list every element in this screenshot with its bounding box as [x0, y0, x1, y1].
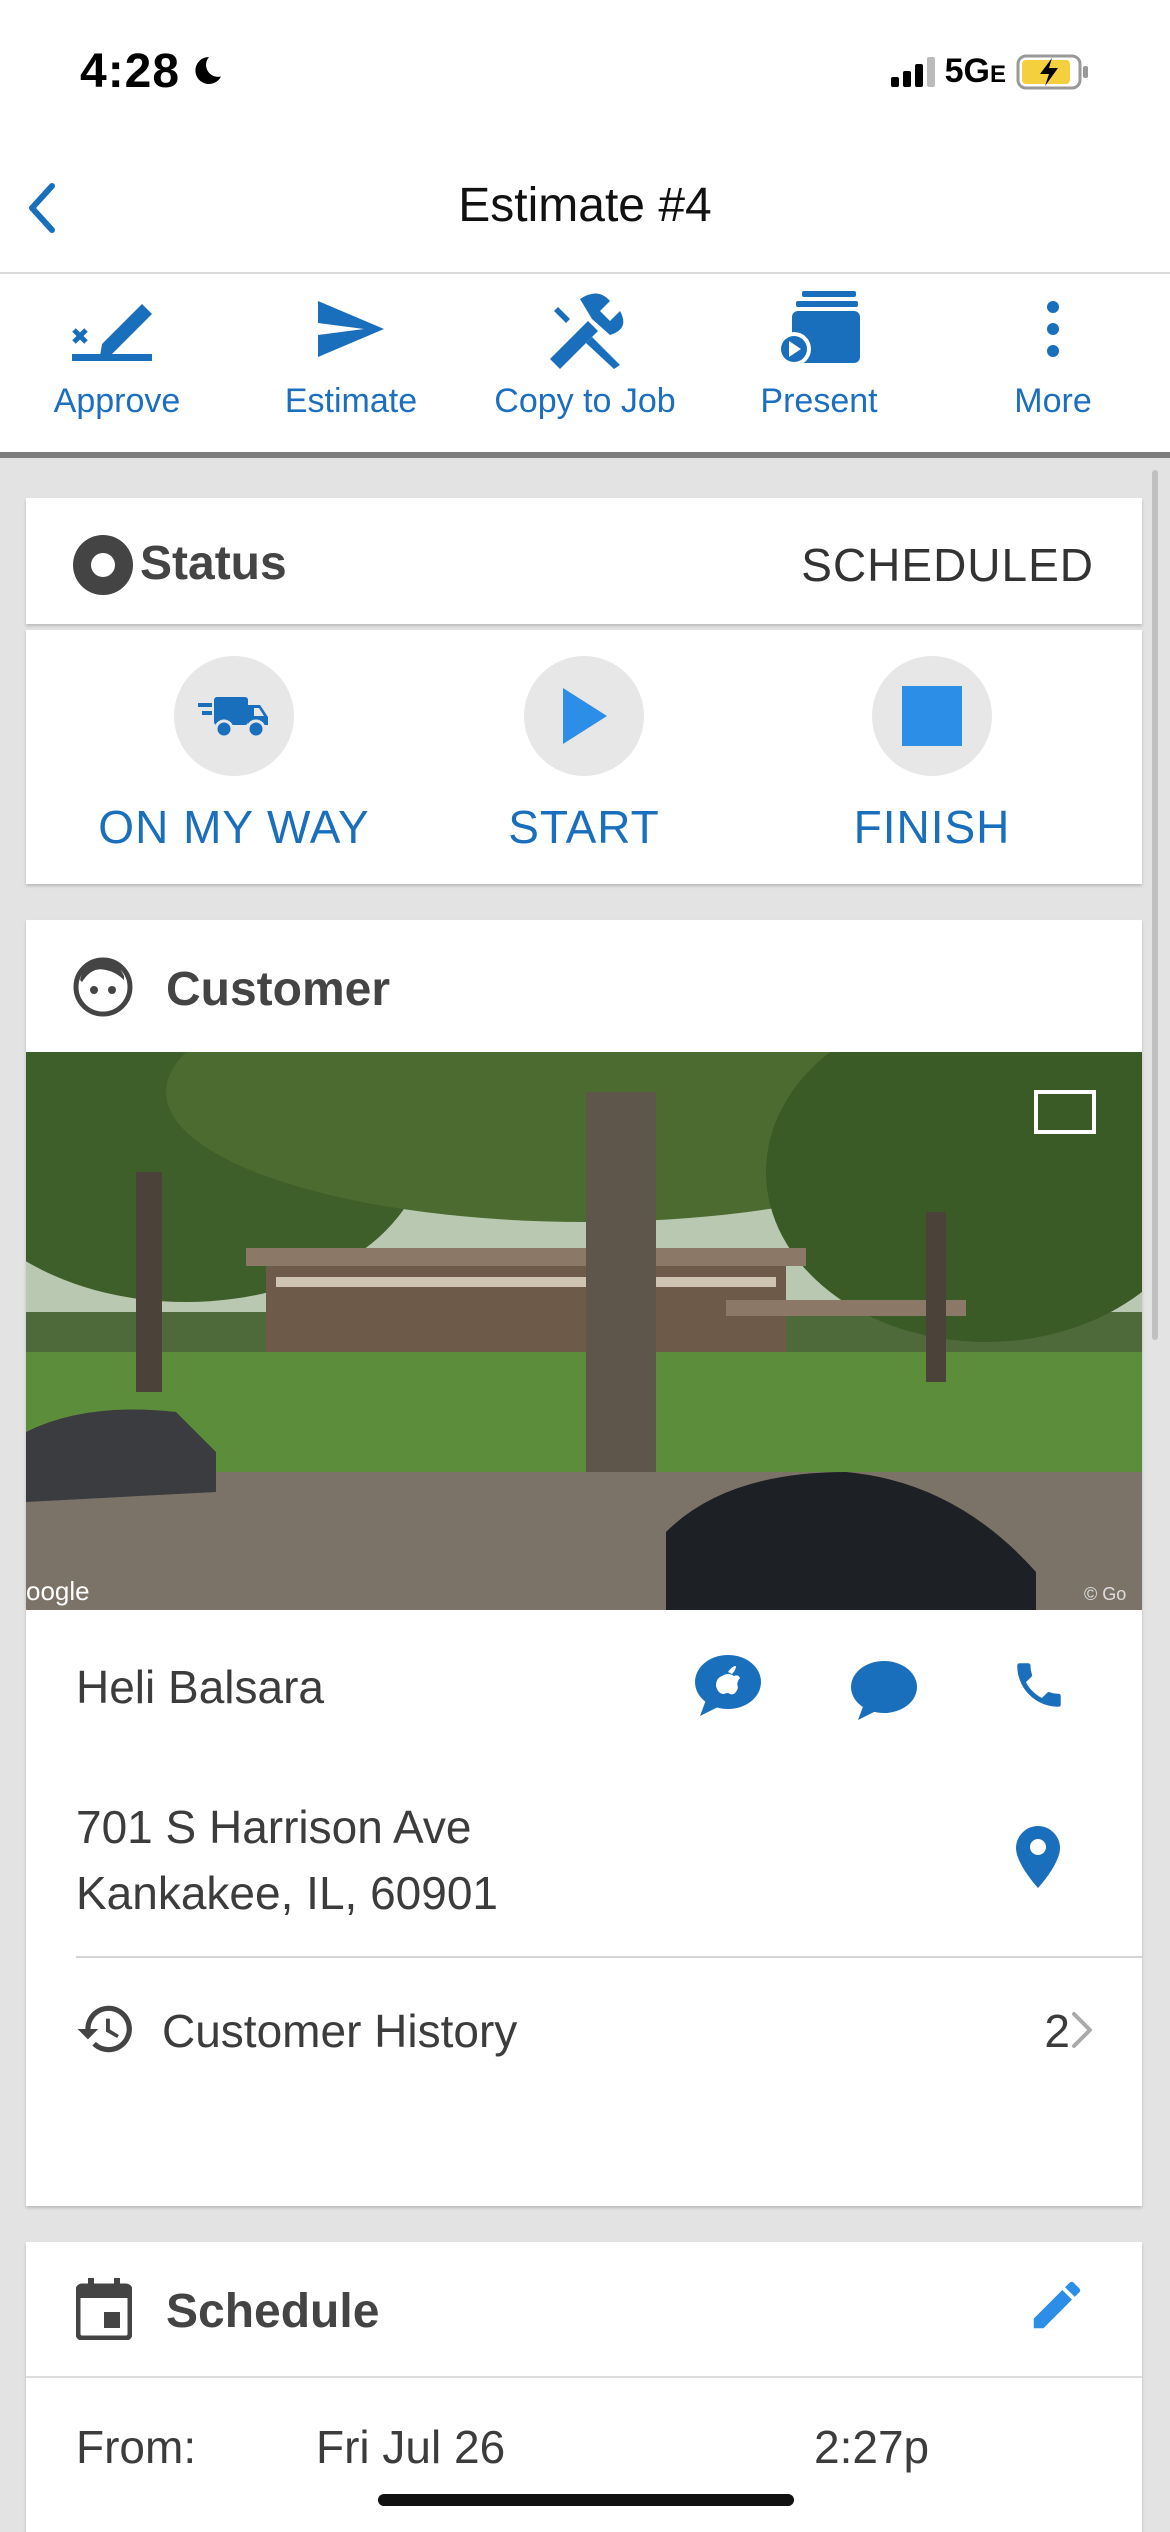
- customer-history-row[interactable]: [74, 1998, 144, 2068]
- street-view-photo[interactable]: oogle © Go: [26, 1052, 1142, 1610]
- battery-charging-icon: [1016, 54, 1088, 89]
- scrollbar[interactable]: [1152, 470, 1158, 1340]
- tools-icon: [550, 293, 624, 369]
- house-street-view-image: oogle © Go: [26, 1052, 1142, 1610]
- calendar-icon: [76, 2278, 132, 2340]
- clock: 4:28: [80, 44, 224, 99]
- play-icon: [563, 688, 607, 744]
- customer-address-line1: 701 S Harrison Ave: [76, 1801, 472, 1853]
- from-time[interactable]: 2:27p: [814, 2420, 929, 2474]
- approve-label: Approve: [53, 382, 181, 420]
- approve-button[interactable]: Approve: [0, 274, 234, 452]
- divider: [76, 1956, 1142, 1958]
- home-indicator[interactable]: [378, 2494, 794, 2506]
- history-icon: [77, 2005, 132, 2053]
- customer-address-line2: Kankakee, IL, 60901: [76, 1867, 498, 1919]
- send-icon: [318, 301, 384, 357]
- copy-to-job-label: Copy to Job: [494, 382, 676, 420]
- customer-history-label[interactable]: Customer History: [162, 2004, 517, 2058]
- status-indicators: 5GE: [890, 52, 1090, 91]
- status-heading: Status: [140, 537, 287, 590]
- truck-icon: [198, 697, 268, 739]
- stop-icon: [902, 686, 962, 746]
- present-button[interactable]: Present: [702, 274, 936, 452]
- moon-icon: [195, 56, 222, 84]
- time-text: 4:28: [80, 45, 181, 98]
- from-label: From:: [76, 2421, 197, 2473]
- copyright-watermark: © Go: [1084, 1584, 1126, 1604]
- google-watermark: oogle: [26, 1576, 90, 1606]
- more-vertical-icon: [1047, 301, 1059, 357]
- finish-label: FINISH: [853, 801, 1011, 853]
- edit-pencil-icon[interactable]: [1026, 2274, 1088, 2336]
- present-label: Present: [760, 382, 878, 420]
- customer-history-count: 2: [1044, 2005, 1070, 2057]
- more-label: More: [1014, 382, 1092, 420]
- estimate-send-button[interactable]: Estimate: [234, 274, 468, 452]
- more-button[interactable]: More: [936, 274, 1170, 452]
- estimate-label: Estimate: [284, 382, 418, 420]
- customer-name: Heli Balsara: [76, 1661, 324, 1713]
- finish-button[interactable]: FINISH: [782, 656, 1082, 854]
- imessage-icon[interactable]: [694, 1654, 762, 1718]
- action-toolbar: Approve Estimate Copy to Job Present Mor…: [0, 274, 1170, 458]
- signal-icon: [890, 56, 935, 87]
- approve-signature-icon: [72, 304, 152, 361]
- chevron-right-icon[interactable]: [1070, 2010, 1094, 2050]
- customer-face-icon: [73, 957, 133, 1017]
- customer-heading: Customer: [166, 963, 391, 1016]
- present-icon: [777, 291, 860, 366]
- status-radio-icon: [73, 535, 133, 595]
- network-label: 5GE: [944, 52, 1006, 90]
- schedule-divider: [26, 2376, 1142, 2378]
- start-label: START: [508, 801, 660, 853]
- status-badge: SCHEDULED: [801, 539, 1094, 591]
- from-date[interactable]: Fri Jul 26: [316, 2420, 505, 2474]
- copy-to-job-button[interactable]: Copy to Job: [468, 274, 702, 452]
- sms-chat-icon[interactable]: [850, 1660, 918, 1722]
- map-pin-icon[interactable]: [1016, 1826, 1060, 1888]
- on-my-way-label: ON MY WAY: [98, 801, 370, 853]
- start-button[interactable]: START: [434, 656, 734, 854]
- on-my-way-button[interactable]: ON MY WAY: [84, 656, 384, 854]
- phone-icon[interactable]: [1010, 1656, 1068, 1714]
- page-title: Estimate #4: [458, 179, 712, 232]
- schedule-heading: Schedule: [166, 2285, 380, 2338]
